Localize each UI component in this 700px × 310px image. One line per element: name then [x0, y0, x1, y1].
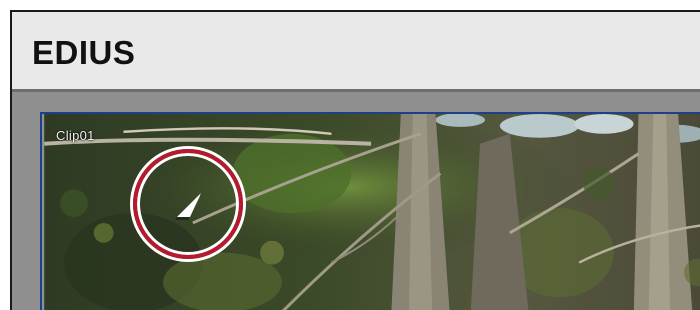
title-bar: EDIUS: [12, 12, 700, 92]
clip-thumbnail[interactable]: Clip01: [40, 112, 700, 310]
app-title: EDIUS: [32, 34, 136, 71]
play-button-highlight-circle: [133, 149, 243, 259]
play-button[interactable]: [160, 176, 216, 232]
edius-window: EDIUS Clip01: [10, 10, 700, 310]
preview-area: Clip01: [12, 92, 700, 310]
clip-name-label: Clip01: [56, 128, 95, 143]
play-triangle-icon: [175, 193, 201, 220]
